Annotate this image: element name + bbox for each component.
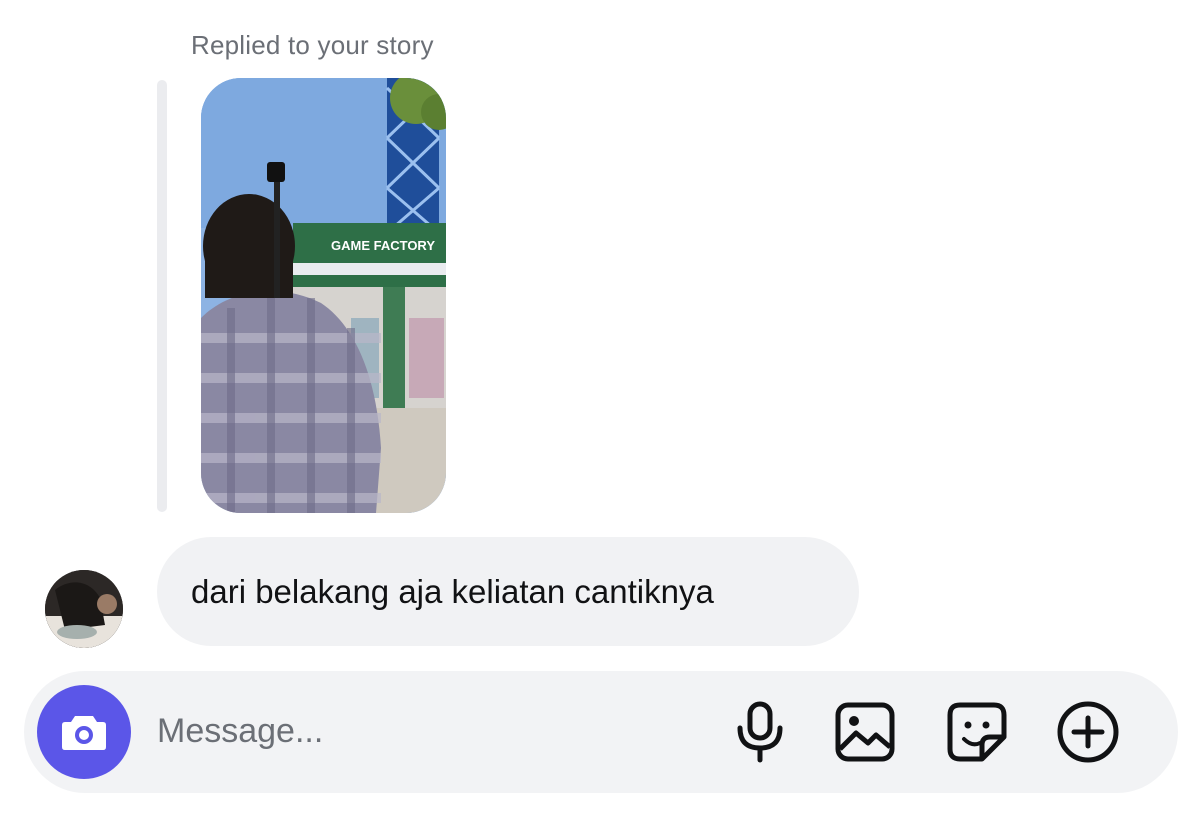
microphone-icon: [737, 701, 783, 763]
reply-quote-bar: [157, 80, 167, 512]
more-options-button[interactable]: [1055, 699, 1121, 765]
camera-button[interactable]: [37, 685, 131, 779]
image-icon: [835, 702, 895, 762]
avatar-photo: [45, 570, 123, 648]
message-text: dari belakang aja keliatan cantiknya: [191, 572, 714, 610]
story-thumbnail[interactable]: GAME FACTORY: [201, 78, 446, 513]
plus-circle-icon: [1057, 701, 1119, 763]
sender-avatar[interactable]: [45, 570, 123, 648]
message-input[interactable]: [157, 705, 677, 757]
camera-icon: [62, 716, 106, 750]
story-photo: GAME FACTORY: [201, 78, 446, 513]
voice-message-button[interactable]: [727, 699, 793, 765]
sticker-icon: [947, 702, 1007, 762]
sticker-button[interactable]: [944, 699, 1010, 765]
replied-to-story-label: Replied to your story: [191, 30, 434, 60]
game-factory-sign: GAME FACTORY: [331, 238, 435, 253]
gallery-button[interactable]: [832, 699, 898, 765]
message-bubble[interactable]: dari belakang aja keliatan cantiknya: [157, 537, 859, 646]
